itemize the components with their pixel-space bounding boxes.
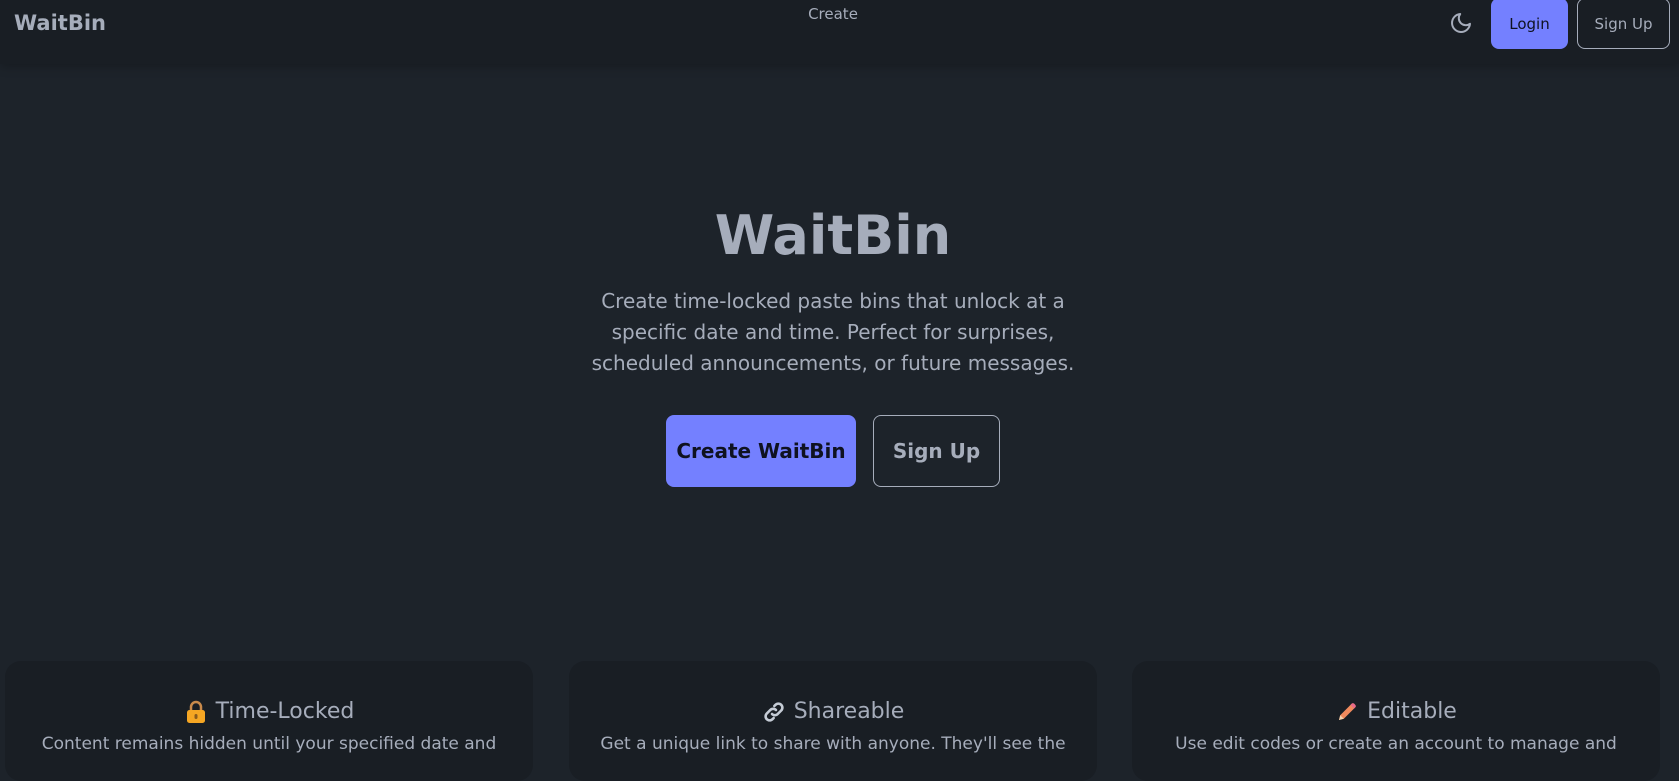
create-waitbin-button[interactable]: Create WaitBin xyxy=(666,415,856,487)
feature-text: Get a unique link to share with anyone. … xyxy=(600,734,1066,754)
lock-icon xyxy=(184,700,208,724)
feature-title-text: Shareable xyxy=(793,699,905,724)
feature-card-time-locked: Time-Locked Content remains hidden until… xyxy=(5,661,533,781)
hero-description: Create time-locked paste bins that unloc… xyxy=(591,289,1075,375)
feature-title-text: Editable xyxy=(1367,699,1457,724)
feature-title: Shareable xyxy=(569,699,1097,724)
signup-nav-button[interactable]: Sign Up xyxy=(1577,0,1670,49)
pencil-icon xyxy=(1335,700,1359,724)
feature-title: Time-Locked xyxy=(5,699,533,724)
feature-text: Content remains hidden until your specif… xyxy=(41,734,497,754)
login-button[interactable]: Login xyxy=(1491,0,1568,49)
hero-title: WaitBin xyxy=(714,204,952,267)
signup-hero-button[interactable]: Sign Up xyxy=(873,415,1000,487)
nav-create-link[interactable]: Create xyxy=(0,5,1666,23)
theme-toggle-button[interactable] xyxy=(1444,6,1478,40)
navbar: WaitBin Create Login Sign Up xyxy=(0,0,1679,64)
moon-icon xyxy=(1451,13,1471,33)
feature-text: Use edit codes or create an account to m… xyxy=(1175,734,1617,754)
link-icon xyxy=(762,700,786,724)
feature-title: Editable xyxy=(1132,699,1660,724)
feature-card-editable: Editable Use edit codes or create an acc… xyxy=(1132,661,1660,781)
feature-title-text: Time-Locked xyxy=(215,699,355,724)
feature-card-shareable: Shareable Get a unique link to share wit… xyxy=(569,661,1097,781)
